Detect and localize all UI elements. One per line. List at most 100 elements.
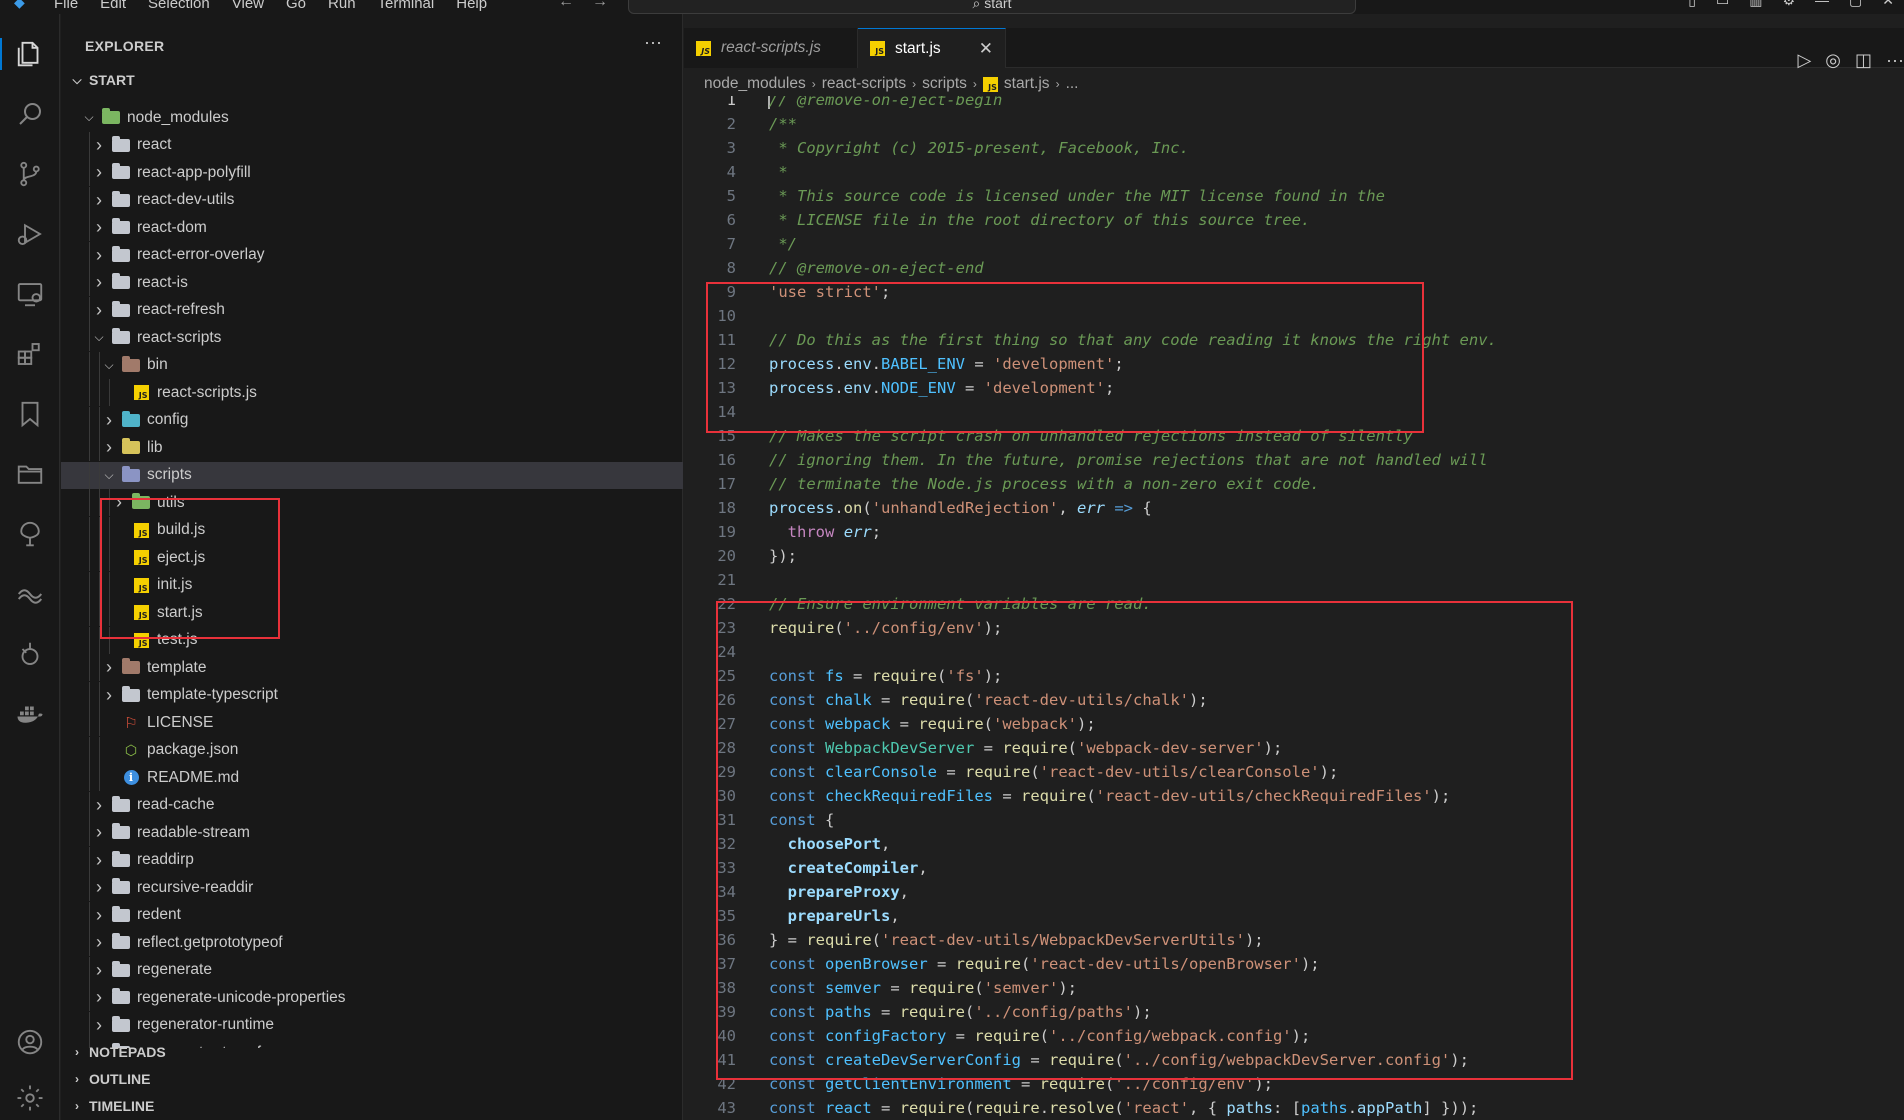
tab-start-js[interactable]: JS start.js ✕: [858, 28, 1006, 68]
breadcrumb-item[interactable]: start.js: [1004, 75, 1050, 93]
code-line[interactable]: 24: [684, 640, 1904, 664]
run-file-icon[interactable]: ▷: [1797, 50, 1811, 71]
code-line[interactable]: 30 const checkRequiredFiles = require('re…: [684, 784, 1904, 808]
code-line[interactable]: 10: [684, 304, 1904, 328]
code-line[interactable]: 37 const openBrowser = require('react-dev…: [684, 952, 1904, 976]
tree-item[interactable]: JS eject.js: [61, 544, 683, 571]
code-line[interactable]: 14: [684, 400, 1904, 424]
tree-item[interactable]: › template-typescript: [61, 681, 683, 709]
tree-item[interactable]: › utils: [61, 489, 683, 516]
search-icon[interactable]: [14, 98, 46, 130]
testing-icon[interactable]: [14, 518, 46, 550]
code-line[interactable]: 21: [684, 568, 1904, 592]
tree-item[interactable]: › readdirp: [61, 846, 683, 874]
run-debug-icon[interactable]: [14, 218, 46, 250]
extensions-icon[interactable]: [14, 338, 46, 370]
menu-view[interactable]: View: [232, 0, 264, 12]
manage-gear-icon[interactable]: [14, 1082, 46, 1114]
tree-item[interactable]: JS react-scripts.js: [61, 379, 683, 406]
menu-selection[interactable]: Selection: [148, 0, 210, 12]
copilot-chat-icon[interactable]: ◎: [1825, 50, 1841, 71]
timeline-section-header[interactable]: › TIMELINE: [61, 1094, 683, 1118]
command-center-search[interactable]: ⌕ start: [628, 0, 1356, 14]
breadcrumb-item[interactable]: node_modules: [704, 75, 806, 93]
menu-go[interactable]: Go: [286, 0, 306, 12]
code-line[interactable]: 33 createCompiler,: [684, 856, 1904, 880]
code-line[interactable]: 15 // Makes the script crash on unhandled…: [684, 424, 1904, 448]
code-line[interactable]: 35 prepareUrls,: [684, 904, 1904, 928]
code-line[interactable]: 20});: [684, 544, 1904, 568]
code-line[interactable]: 3 * Copyright (c) 2015-present, Facebook…: [684, 136, 1904, 160]
close-tab-icon[interactable]: ✕: [979, 39, 993, 59]
tree-item[interactable]: JS build.js: [61, 516, 683, 544]
settings-gear-icon[interactable]: ⚙: [1782, 0, 1795, 9]
code-line[interactable]: 26 const chalk = require('react-dev-utils…: [684, 688, 1904, 712]
code-line[interactable]: 6 * LICENSE file in the root directory o…: [684, 208, 1904, 232]
tree-item[interactable]: › lib: [61, 434, 683, 461]
tree-item[interactable]: › react-dev-utils: [61, 186, 683, 214]
breadcrumb-item[interactable]: react-scripts: [822, 75, 906, 93]
code-line[interactable]: 38 const semver = require('semver');: [684, 976, 1904, 1000]
tree-item[interactable]: › config: [61, 406, 683, 434]
split-editor-icon[interactable]: ◫: [1855, 50, 1872, 71]
tree-item[interactable]: ⌵ react-scripts: [61, 324, 683, 351]
tree-item[interactable]: › react: [61, 131, 683, 159]
code-line[interactable]: 29 const clearConsole = require('react-de…: [684, 760, 1904, 784]
code-line[interactable]: 42 const getClientEnvironment = require('…: [684, 1072, 1904, 1096]
notepads-section-header[interactable]: › NOTEPADS: [61, 1040, 683, 1064]
code-line[interactable]: 16 // ignoring them. In the future, promi…: [684, 448, 1904, 472]
breadcrumb-item[interactable]: scripts: [922, 75, 967, 93]
code-line[interactable]: 13 process.env.NODE_ENV = 'development';: [684, 376, 1904, 400]
tree-item[interactable]: › regenerate-unicode-properties: [61, 984, 683, 1011]
code-line[interactable]: 40 const configFactory = require('../conf…: [684, 1024, 1904, 1048]
tree-item[interactable]: › regenerator-runtime: [61, 1011, 683, 1039]
forward-arrow-icon[interactable]: →: [592, 0, 608, 11]
code-line[interactable]: 39 const paths = require('../config/paths…: [684, 1000, 1904, 1024]
project-manager-icon[interactable]: [14, 458, 46, 490]
tree-item[interactable]: › regenerate: [61, 956, 683, 984]
code-line[interactable]: 8 // @remove-on-eject-end: [684, 256, 1904, 280]
menu-edit[interactable]: Edit: [100, 0, 126, 12]
code-line[interactable]: 11 // Do this as the first thing so that …: [684, 328, 1904, 352]
code-line[interactable]: 9 'use strict';: [684, 280, 1904, 304]
customize-layout-icon[interactable]: ▥: [1749, 0, 1762, 9]
tree-item[interactable]: › reflect.getprototypeof: [61, 929, 683, 956]
tree-item[interactable]: › readable-stream: [61, 819, 683, 846]
tree-item[interactable]: › react-dom: [61, 214, 683, 241]
explorer-icon[interactable]: [0, 38, 46, 70]
code-line[interactable]: 27 const webpack = require('webpack');: [684, 712, 1904, 736]
tree-item[interactable]: JS init.js: [61, 571, 683, 599]
code-line[interactable]: 1 // @remove-on-eject-begin: [684, 96, 1904, 112]
code-line[interactable]: 25 const fs = require('fs');: [684, 664, 1904, 688]
tree-item[interactable]: ⌵ node_modules: [61, 108, 683, 131]
code-line[interactable]: 36} = require('react-dev-utils/WebpackDe…: [684, 928, 1904, 952]
timeline-graph-icon[interactable]: [14, 638, 46, 670]
tab-react-scripts-js[interactable]: JS react-scripts.js: [684, 28, 858, 68]
tree-item[interactable]: › read-cache: [61, 791, 683, 819]
code-line[interactable]: 23 require('../config/env');: [684, 616, 1904, 640]
tree-item[interactable]: ⌵ scripts: [61, 461, 683, 489]
tree-item[interactable]: ⚐ LICENSE: [61, 709, 683, 736]
workspace-section-header[interactable]: ⌵ START: [61, 68, 683, 92]
code-editor[interactable]: 1 // @remove-on-eject-begin 2 /** 3 * Copyri…: [684, 96, 1904, 1120]
remote-explorer-icon[interactable]: [14, 278, 46, 310]
bookmark-icon[interactable]: [14, 398, 46, 430]
breadcrumb-item[interactable]: ...: [1066, 75, 1079, 93]
code-line[interactable]: 19 throw err;: [684, 520, 1904, 544]
tree-item[interactable]: › react-app-polyfill: [61, 159, 683, 186]
code-line[interactable]: 17 // terminate the Node.js process with …: [684, 472, 1904, 496]
code-line[interactable]: 32 choosePort,: [684, 832, 1904, 856]
code-line[interactable]: 5 * This source code is licensed under t…: [684, 184, 1904, 208]
code-line[interactable]: 18 process.on('unhandledRejection', err =…: [684, 496, 1904, 520]
menu-help[interactable]: Help: [456, 0, 487, 12]
back-arrow-icon[interactable]: ←: [558, 0, 574, 11]
tailwind-icon[interactable]: [14, 578, 46, 610]
toggle-sidebar-icon[interactable]: ▯: [1688, 0, 1696, 9]
outline-section-header[interactable]: › OUTLINE: [61, 1067, 683, 1091]
docker-icon[interactable]: [14, 698, 46, 730]
code-line[interactable]: 2 /**: [684, 112, 1904, 136]
source-control-icon[interactable]: [14, 158, 46, 190]
minimize-icon[interactable]: —: [1815, 0, 1829, 9]
tree-item[interactable]: › template: [61, 654, 683, 681]
tree-item[interactable]: › react-error-overlay: [61, 241, 683, 269]
